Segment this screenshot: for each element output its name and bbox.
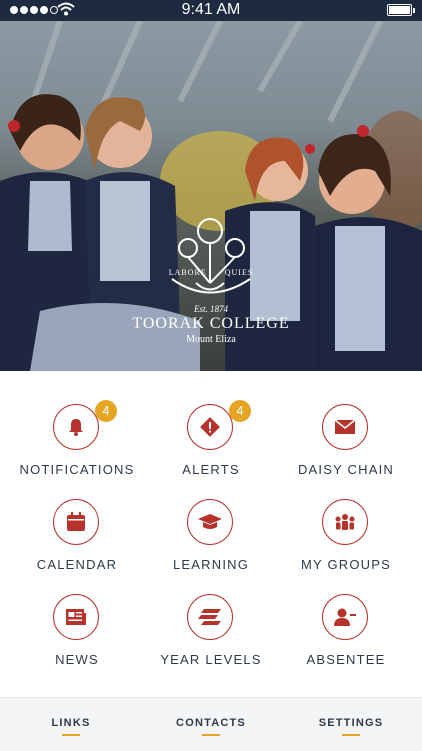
tile-label: MY GROUPS xyxy=(300,557,392,572)
calendar-icon xyxy=(67,512,85,531)
nav-links-label: LINKS xyxy=(51,717,91,729)
notifications-badge: 4 xyxy=(95,400,117,422)
bottom-nav: LINKS CONTACTS SETTINGS xyxy=(0,697,422,751)
alert-icon xyxy=(200,417,220,437)
hero-image: LABORE QUIES Est. 1874 TOORAK COLLEGE Mo… xyxy=(0,21,422,371)
nav-contacts-label: CONTACTS xyxy=(176,717,246,729)
envelope-icon xyxy=(334,419,356,434)
est-year: Est. 1874 xyxy=(193,304,228,314)
nav-settings[interactable]: SETTINGS xyxy=(281,717,421,736)
status-bar: 9:41 AM xyxy=(0,0,422,21)
group-icon xyxy=(335,514,355,530)
nav-links[interactable]: LINKS xyxy=(1,717,141,736)
newspaper-icon xyxy=(66,609,86,625)
crest-motto-right: QUIES xyxy=(224,268,254,277)
school-name: TOORAK COLLEGE xyxy=(132,315,290,332)
nav-underline xyxy=(202,734,220,736)
tile-label: ABSENTEE xyxy=(306,652,386,667)
tile-label: DAISY CHAIN xyxy=(297,462,395,477)
nav-underline xyxy=(342,734,360,736)
nav-underline xyxy=(62,734,80,736)
crest-motto-left: LABORE xyxy=(168,268,207,277)
layers-icon xyxy=(198,609,221,625)
battery-icon xyxy=(387,4,415,16)
bell-icon xyxy=(69,419,83,436)
graduation-cap-icon xyxy=(198,514,222,529)
campus-name: Mount Eliza xyxy=(186,334,236,345)
status-time: 9:41 AM xyxy=(181,1,241,18)
nav-settings-label: SETTINGS xyxy=(318,717,384,729)
nav-contacts[interactable]: CONTACTS xyxy=(141,717,281,736)
alerts-badge: 4 xyxy=(229,400,251,422)
user-minus-icon xyxy=(334,608,356,626)
